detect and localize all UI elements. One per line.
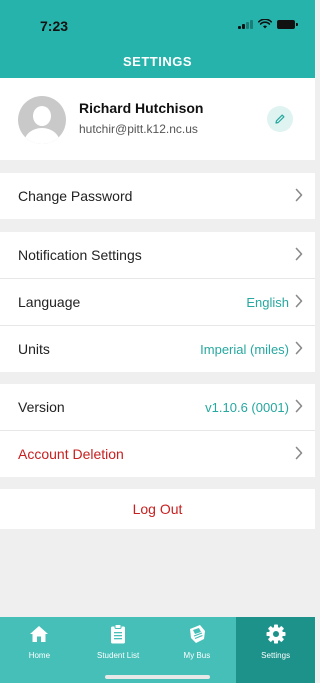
chevron-right-icon — [295, 399, 303, 413]
version-value: v1.10.6 (0001) — [205, 399, 289, 415]
change-password-label: Change Password — [18, 188, 133, 204]
chevron-right-icon — [295, 294, 303, 308]
status-icons — [238, 19, 298, 29]
profile-card: Richard Hutchison hutchir@pitt.k12.nc.us — [0, 78, 315, 160]
profile-name: Richard Hutchison — [79, 100, 204, 116]
tab-label: Settings — [261, 651, 291, 660]
avatar — [18, 96, 66, 144]
profile-email: hutchir@pitt.k12.nc.us — [79, 122, 198, 136]
chevron-right-icon — [295, 247, 303, 261]
wifi-icon — [258, 19, 272, 29]
chevron-right-icon — [295, 446, 303, 460]
notification-settings-label: Notification Settings — [18, 247, 142, 263]
logout-label: Log Out — [132, 501, 183, 517]
clipboard-icon — [111, 624, 126, 644]
units-label: Units — [18, 341, 50, 357]
chevron-right-icon — [295, 188, 303, 202]
account-deletion-row[interactable]: Account Deletion — [0, 431, 315, 477]
language-label: Language — [18, 294, 81, 310]
page-header: SETTINGS — [0, 44, 315, 78]
page-title: SETTINGS — [122, 53, 192, 69]
version-label: Version — [18, 399, 65, 415]
notification-settings-row[interactable]: Notification Settings — [0, 232, 315, 278]
tab-my-bus[interactable]: My Bus — [158, 617, 237, 683]
language-row[interactable]: Language English — [0, 279, 315, 325]
tab-label: Home — [28, 651, 51, 660]
status-bar: 7:23 — [0, 0, 315, 44]
tab-label: My Bus — [183, 651, 211, 660]
gear-icon — [266, 624, 286, 644]
logout-button[interactable]: Log Out — [0, 489, 315, 529]
tab-home[interactable]: Home — [0, 617, 79, 683]
signal-icon — [238, 19, 253, 29]
tab-bar: Home Student List My Bus Settings — [0, 617, 315, 683]
version-row[interactable]: Version v1.10.6 (0001) — [0, 384, 315, 430]
tab-label: Student List — [97, 651, 140, 660]
account-deletion-label: Account Deletion — [18, 446, 124, 462]
language-value: English — [246, 294, 289, 310]
change-password-row[interactable]: Change Password — [0, 173, 315, 219]
home-icon — [30, 626, 49, 642]
battery-icon — [277, 19, 298, 29]
units-row[interactable]: Units Imperial (miles) — [0, 326, 315, 372]
tab-settings[interactable]: Settings — [236, 617, 315, 683]
chevron-right-icon — [295, 341, 303, 355]
tab-student-list[interactable]: Student List — [79, 617, 158, 683]
bus-icon — [189, 625, 205, 643]
home-indicator — [105, 675, 210, 679]
units-value: Imperial (miles) — [200, 341, 289, 357]
edit-profile-button[interactable] — [267, 106, 293, 132]
status-time: 7:23 — [40, 18, 69, 34]
pencil-icon — [275, 114, 285, 124]
